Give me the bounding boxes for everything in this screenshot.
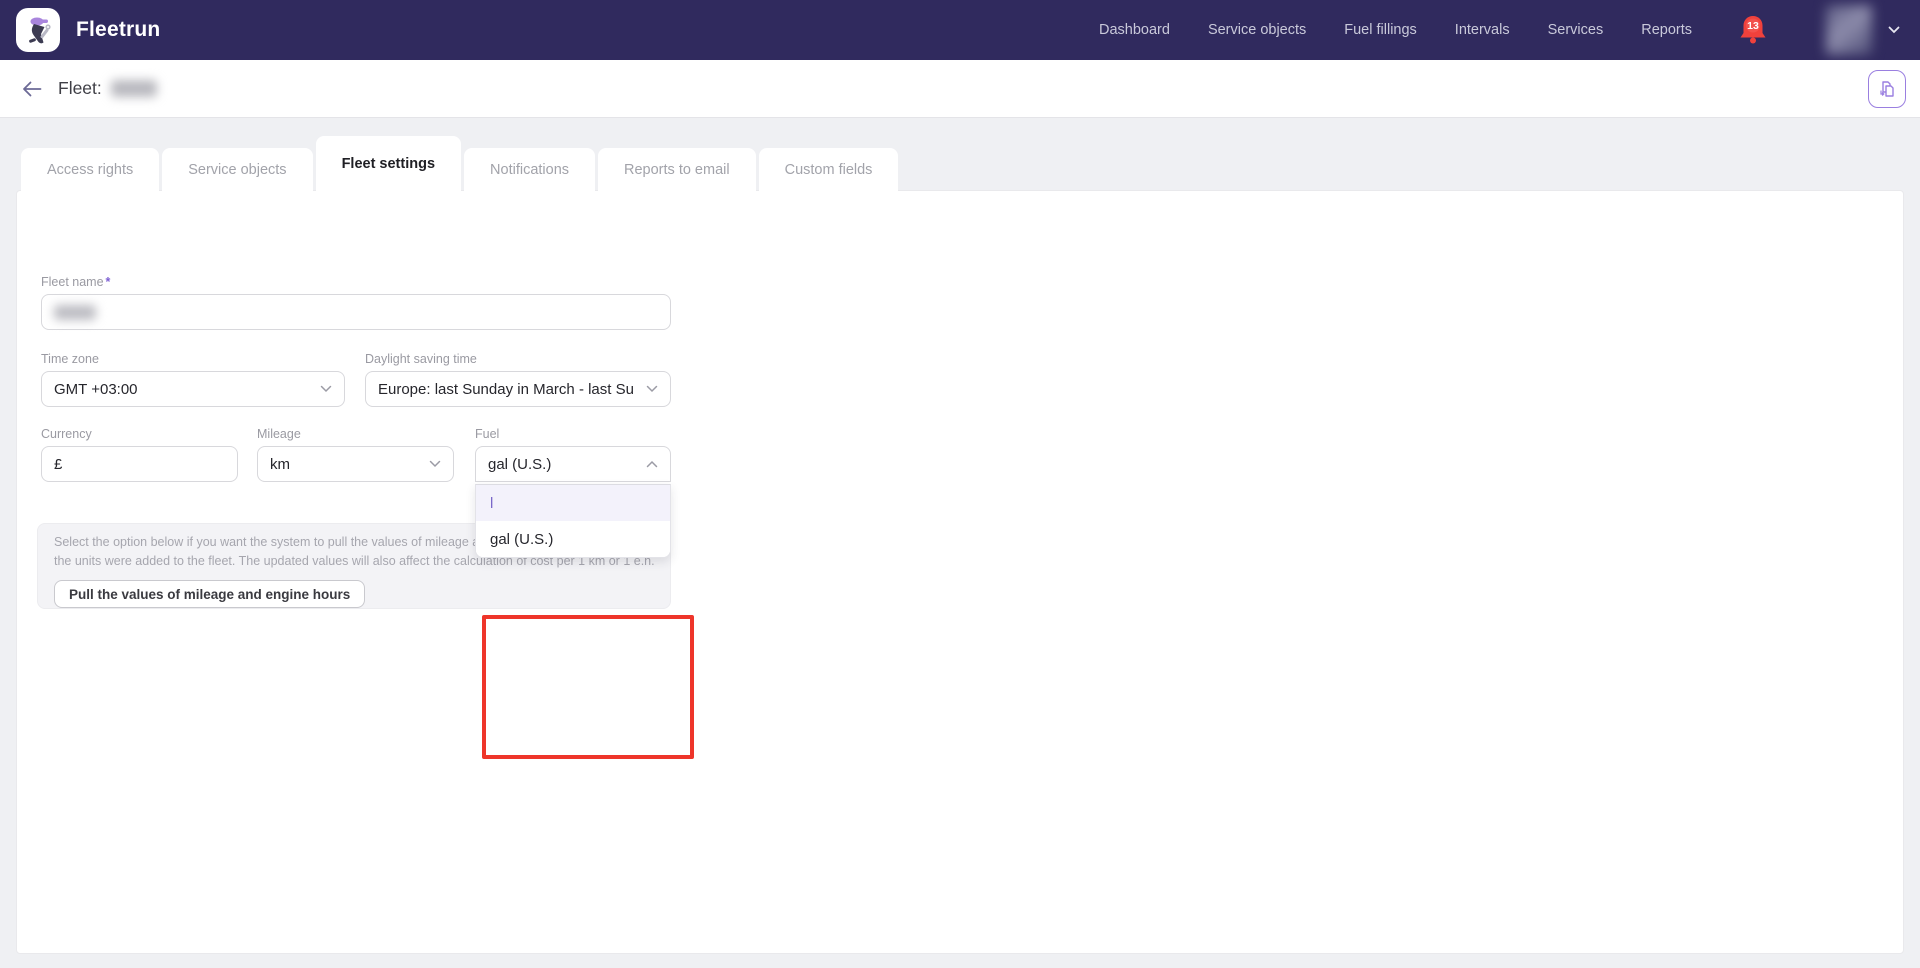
fleetrun-app: Fleetrun Dashboard Service objects Fuel … xyxy=(0,0,1920,968)
nav-item-services[interactable]: Services xyxy=(1548,22,1604,38)
time-zone-select[interactable]: GMT +03:00 xyxy=(41,371,345,407)
currency-input[interactable] xyxy=(41,446,238,482)
page-header: Fleet: xyxy=(0,60,1920,118)
fuel-option-gal-us[interactable]: gal (U.S.) xyxy=(476,521,670,557)
tab-reports-to-email[interactable]: Reports to email xyxy=(598,148,756,191)
fuel-dropdown-menu: l gal (U.S.) xyxy=(475,484,671,558)
mileage-select[interactable]: km xyxy=(257,446,454,482)
user-avatar[interactable] xyxy=(1826,5,1872,55)
tab-notifications[interactable]: Notifications xyxy=(464,148,595,191)
tab-fleet-settings[interactable]: Fleet settings xyxy=(316,136,461,191)
mileage-label: Mileage xyxy=(257,427,454,441)
nav-item-intervals[interactable]: Intervals xyxy=(1455,22,1510,38)
notification-count-badge: 13 xyxy=(1747,20,1759,32)
copy-icon xyxy=(1877,79,1897,99)
page-title: Fleet: xyxy=(58,78,157,99)
fleet-name-label: Fleet name* xyxy=(41,275,671,289)
fuel-option-liters[interactable]: l xyxy=(476,485,670,521)
time-zone-field: Time zone GMT +03:00 xyxy=(41,352,345,407)
copy-fleet-button[interactable] xyxy=(1868,70,1906,108)
nav-item-service-objects[interactable]: Service objects xyxy=(1208,22,1306,38)
currency-field: Currency xyxy=(41,427,238,482)
daylight-saving-label: Daylight saving time xyxy=(365,352,671,366)
main-nav: Dashboard Service objects Fuel fillings … xyxy=(1099,22,1692,38)
redacted-fleet-name xyxy=(111,80,157,97)
nav-item-reports[interactable]: Reports xyxy=(1641,22,1692,38)
chevron-down-icon xyxy=(320,385,332,393)
fleet-settings-panel: Fleet name* Time zone GMT +03:00 Dayligh… xyxy=(16,190,1904,954)
chevron-down-icon xyxy=(429,460,441,468)
nav-item-fuel-fillings[interactable]: Fuel fillings xyxy=(1344,22,1417,38)
top-navbar: Fleetrun Dashboard Service objects Fuel … xyxy=(0,0,1920,60)
tab-access-rights[interactable]: Access rights xyxy=(21,148,159,191)
back-arrow-icon[interactable] xyxy=(22,81,42,97)
required-asterisk: * xyxy=(106,275,111,289)
currency-label: Currency xyxy=(41,427,238,441)
chevron-down-icon xyxy=(646,385,658,393)
fuel-label: Fuel xyxy=(475,427,671,441)
fuel-field: Fuel gal (U.S.) xyxy=(475,427,671,482)
time-zone-label: Time zone xyxy=(41,352,345,366)
tab-custom-fields[interactable]: Custom fields xyxy=(759,148,899,191)
tab-service-objects[interactable]: Service objects xyxy=(162,148,312,191)
notifications-button[interactable]: 13 xyxy=(1738,13,1768,47)
pull-values-button[interactable]: Pull the values of mileage and engine ho… xyxy=(54,580,365,608)
brand-home-link[interactable]: Fleetrun xyxy=(16,8,160,52)
user-menu-chevron-icon[interactable] xyxy=(1888,26,1900,34)
fuel-select[interactable]: gal (U.S.) xyxy=(475,446,671,482)
page-title-text: Fleet: xyxy=(58,78,102,99)
fleet-name-field: Fleet name* xyxy=(41,275,671,330)
nav-item-dashboard[interactable]: Dashboard xyxy=(1099,22,1170,38)
chevron-up-icon xyxy=(646,460,658,468)
daylight-saving-select[interactable]: Europe: last Sunday in March - last Sund… xyxy=(365,371,671,407)
mileage-field: Mileage km xyxy=(257,427,454,482)
highlight-rectangle xyxy=(482,615,694,759)
fleet-name-input[interactable] xyxy=(41,294,671,330)
tab-bar: Access rights Service objects Fleet sett… xyxy=(21,136,901,191)
daylight-saving-field: Daylight saving time Europe: last Sunday… xyxy=(365,352,671,407)
fleetrun-logo-icon xyxy=(16,8,60,52)
brand-name: Fleetrun xyxy=(76,18,160,42)
redacted-avatar-image xyxy=(1826,5,1872,55)
redacted-fleet-name-value xyxy=(54,305,96,320)
